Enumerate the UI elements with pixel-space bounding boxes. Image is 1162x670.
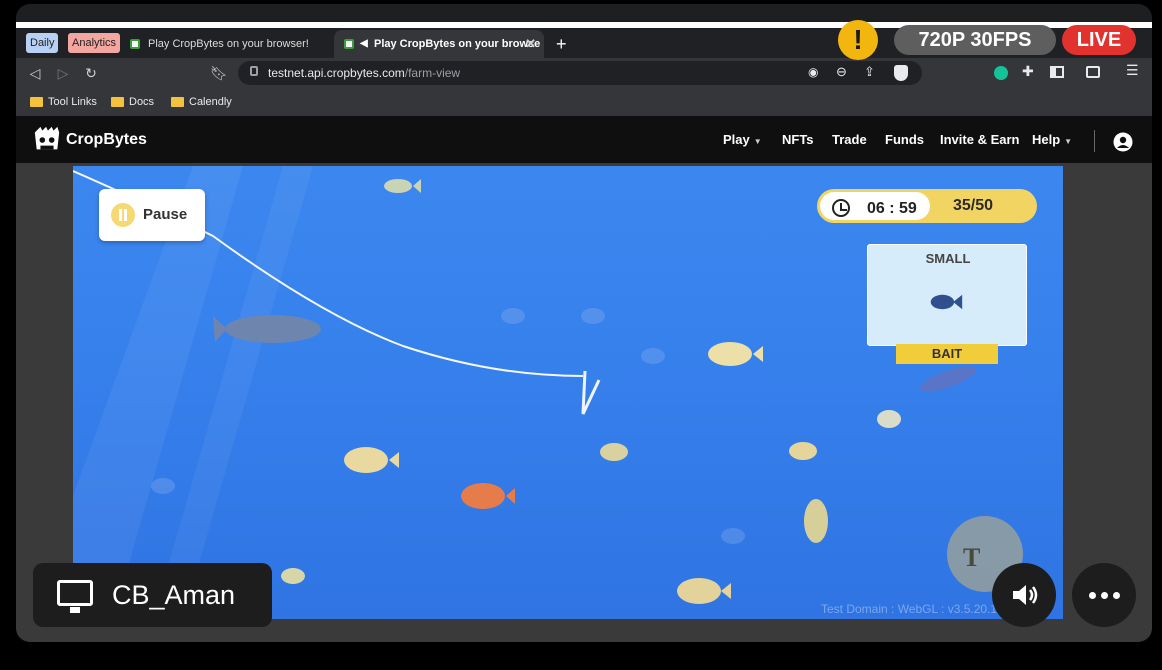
cropbytes-favicon-icon <box>130 39 140 49</box>
nav-nfts[interactable]: NFTs <box>782 132 814 147</box>
address-bar[interactable]: testnet.api.cropbytes.com/farm-view ◉ ⊖ … <box>238 61 922 85</box>
screen-share-user[interactable]: CB_Aman <box>33 563 272 627</box>
fish-large-striped <box>213 315 321 343</box>
zoom-icon[interactable]: ⊖ <box>836 64 847 80</box>
reload-icon[interactable]: ↻ <box>82 64 100 82</box>
nav-help[interactable]: Help ▼ <box>1032 132 1072 147</box>
ocean-scene: T <box>73 166 1023 619</box>
fish-clown <box>461 483 515 509</box>
folder-icon <box>171 97 184 107</box>
timer-score-pill: 06 : 59 35/50 <box>817 189 1037 223</box>
nav-invite-earn[interactable]: Invite & Earn <box>940 132 1019 147</box>
game-canvas[interactable]: T Pause 06 : 59 35/50 SMALL BAIT Test Do… <box>73 166 1063 619</box>
small-fish-icon <box>930 294 963 310</box>
fish-yellow-5 <box>877 410 901 428</box>
bait-label: BAIT <box>896 344 998 364</box>
sidebar-icon[interactable] <box>1050 66 1064 78</box>
fish-yellow-4 <box>789 442 817 460</box>
live-badge: LIVE <box>1062 25 1136 55</box>
wallet-icon[interactable] <box>1086 66 1100 78</box>
back-icon[interactable]: ◁ <box>26 64 44 82</box>
fish-yellow-1 <box>708 342 763 366</box>
tab-cropbytes-1[interactable]: Play CropBytes on your browser! <box>120 30 332 58</box>
dot <box>1101 592 1108 599</box>
tab-group-daily[interactable]: Daily <box>26 33 59 53</box>
tab-title: Play CropBytes on your browser! <box>148 38 309 50</box>
bait-panel[interactable]: SMALL <box>867 244 1027 346</box>
monitor-icon <box>57 580 93 613</box>
volume-button[interactable] <box>992 563 1056 627</box>
lock-icon <box>250 66 258 76</box>
bookmarks-bar: Tool Links Docs Calendly <box>16 88 1152 116</box>
chevron-down-icon: ▼ <box>753 137 762 146</box>
address-toolbar: ◁ ▷ ↻ 🔖︎ testnet.api.cropbytes.com/farm-… <box>16 58 1152 88</box>
cropbytes-favicon-icon <box>344 39 354 49</box>
tab-cropbytes-active[interactable]: ◀ Play CropBytes on your browse ✕ <box>334 30 544 58</box>
pause-button[interactable]: Pause <box>99 189 205 241</box>
dot <box>1113 592 1120 599</box>
speaker-icon <box>1013 585 1038 605</box>
warning-icon[interactable]: ! <box>838 20 878 60</box>
menu-icon[interactable]: ☰ <box>1126 62 1139 79</box>
fish-yellow-3 <box>600 443 628 461</box>
grammarly-icon[interactable] <box>994 66 1008 80</box>
pause-icon <box>111 203 135 227</box>
svg-text:T: T <box>963 543 980 572</box>
fish-yellow-2 <box>344 447 399 473</box>
folder-icon <box>30 97 43 107</box>
timer-text: 06 : 59 <box>867 200 917 217</box>
cropbytes-logo-icon[interactable] <box>30 125 64 155</box>
brand-name[interactable]: CropBytes <box>66 131 147 149</box>
build-version: Test Domain : WebGL : v3.5.20.123 <box>821 602 1011 616</box>
catch-score: 35/50 <box>953 197 994 214</box>
new-tab-button[interactable]: + <box>556 34 567 55</box>
dot <box>1089 592 1096 599</box>
tab-title: Play CropBytes on your browse <box>374 38 541 50</box>
audio-playing-icon: ◀ <box>360 38 368 49</box>
folder-icon <box>111 97 124 107</box>
bait-size: SMALL <box>925 251 971 266</box>
nav-funds[interactable]: Funds <box>885 132 924 147</box>
url-text: testnet.api.cropbytes.com/farm-view <box>268 66 461 80</box>
camera-blocked-icon[interactable]: ◉ <box>808 65 818 79</box>
more-options-button[interactable] <box>1072 563 1136 627</box>
close-tab-icon[interactable]: ✕ <box>525 30 536 58</box>
forward-icon[interactable]: ▷ <box>54 64 72 82</box>
pause-label: Pause <box>143 206 188 223</box>
nav-trade[interactable]: Trade <box>832 132 867 147</box>
bookmark-icon[interactable]: 🔖︎ <box>210 64 228 82</box>
bookmark-tool-links[interactable]: Tool Links <box>30 94 97 110</box>
bookmark-docs[interactable]: Docs <box>111 94 154 110</box>
fish-small-left <box>281 568 305 584</box>
clock-icon <box>832 199 850 217</box>
fish-small-top <box>384 179 421 193</box>
stream-quality-badge: 720P 30FPS <box>894 25 1056 55</box>
extensions-icon[interactable]: ✚ <box>1022 63 1034 80</box>
share-icon[interactable]: ⇪ <box>864 64 875 80</box>
user-name: CB_Aman <box>112 580 236 610</box>
account-icon[interactable] <box>1113 132 1133 152</box>
nav-play[interactable]: Play ▼ <box>723 132 762 147</box>
fish-yellow-6 <box>677 578 731 604</box>
fish-seahorse <box>804 499 828 543</box>
chevron-down-icon: ▼ <box>1064 137 1073 146</box>
fishing-hook <box>581 370 601 415</box>
site-header: CropBytes Play ▼ NFTs Trade Funds Invite … <box>16 116 1152 163</box>
timer-section: 06 : 59 <box>820 192 930 220</box>
tab-group-analytics[interactable]: Analytics <box>68 33 121 53</box>
brave-shield-icon[interactable] <box>894 65 908 81</box>
bookmark-calendly[interactable]: Calendly <box>171 94 232 110</box>
fish-blue-sword <box>919 366 977 392</box>
header-divider <box>1094 130 1095 152</box>
